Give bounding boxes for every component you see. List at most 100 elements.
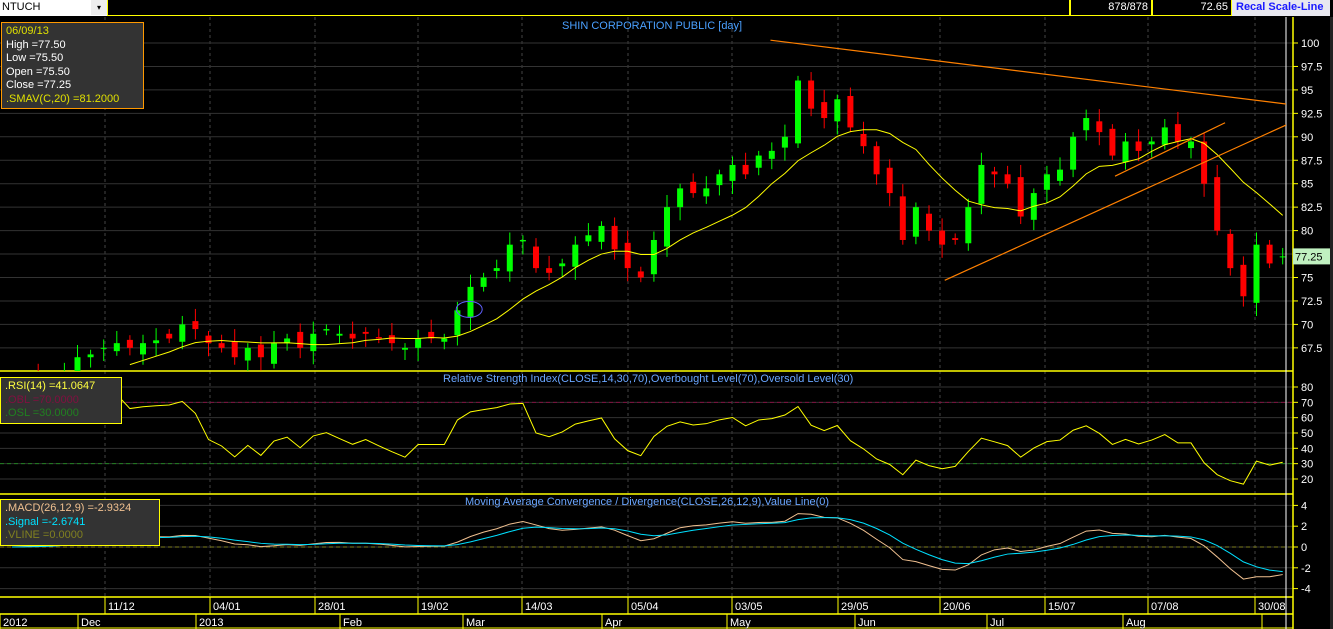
candle-body [100,347,107,349]
vline-value: .VLINE =0.0000 [5,529,83,541]
chevron-down-icon[interactable]: ▾ [91,0,107,15]
candle-body [755,155,762,168]
candle-body [611,225,618,250]
rsi-line [103,394,1283,485]
candle-body [1227,233,1234,269]
candle-body [690,181,697,194]
macd-tick-label: 4 [1301,500,1307,512]
candle-body [821,102,828,119]
candle-body [1135,141,1142,151]
candle-body [650,239,657,275]
month-label: Dec [81,617,101,629]
rsi-tick-label: 50 [1301,428,1313,440]
candle-body [926,213,932,231]
candle-body [205,335,212,344]
candle-body [585,235,592,242]
sma-line [129,129,1284,366]
price-tick-label: 72.5 [1301,296,1322,308]
macd-tick-label: 2 [1301,521,1307,533]
candle-body [179,324,186,342]
rsi-tick-label: 60 [1301,413,1313,425]
candle-body [231,341,238,358]
candle-body [912,207,919,237]
price-tick-label: 87.5 [1301,155,1322,167]
candle-body [1240,264,1247,297]
candle-body [388,335,395,344]
candle-body [952,238,959,240]
rsi-title: Relative Strength Index(CLOSE,14,30,70),… [443,373,854,385]
candle-body [244,347,251,361]
signal-value: .Signal =-2.6741 [5,515,86,528]
rsi-tick-label: 20 [1301,474,1313,486]
date-label: 11/12 [108,601,135,613]
candle-body [480,277,487,287]
price-tick-label: 67.5 [1301,343,1322,355]
month-label: Mar [466,617,485,629]
candle-body [1070,136,1077,170]
candle-body [834,99,841,122]
candle-body [153,340,160,344]
month-label: Aug [1126,617,1146,629]
candle-body [1174,124,1181,142]
symbol-select[interactable]: NTUCH ▾ [0,0,107,16]
candle-body [873,146,880,175]
candle-body [310,333,317,352]
macd-tick-label: -4 [1301,584,1311,596]
candle-body [991,171,998,175]
candle-body [113,343,120,352]
candle-body [624,242,631,269]
candle-body [899,196,906,240]
month-label: Feb [343,617,362,629]
macd-tick-label: -2 [1301,563,1311,575]
trendline [1114,122,1226,177]
candle-body [271,343,277,364]
candle-body [1148,141,1155,145]
date-label: 20/06 [943,601,971,613]
macd-title: Moving Average Convergence / Divergence(… [465,496,830,508]
candle-body [218,343,225,348]
candle-body [257,344,264,358]
symbol-value: NTUCH [2,1,41,13]
candle-body [415,338,422,348]
candle-body [860,133,867,147]
osl-value: .OSL =30.0000 [5,407,79,419]
candle-body [1057,169,1063,181]
candle-body [965,207,972,244]
obl-value: .OBL =70.0000 [5,393,79,406]
candle-body [768,150,775,159]
price-tick-label: 80 [1301,226,1313,238]
date-label: 28/01 [318,601,346,613]
price-tick-label: 82.5 [1301,202,1322,214]
candle-body [493,268,500,271]
month-label: Apr [605,617,622,629]
date-label: 05/04 [631,601,659,613]
bar-count: 878/878 [1070,0,1152,16]
candle-body [677,188,684,208]
candle-body [742,164,749,175]
month-label: May [730,617,751,629]
candle-body [402,347,408,350]
candle-body [781,136,788,148]
candles-group [37,39,1286,371]
date-label: 14/03 [525,601,553,613]
candle-body [729,164,736,181]
price-tick-label: 100 [1301,38,1319,50]
recal-scale-line-button[interactable]: Recal Scale-Line [1232,0,1330,16]
macd-line [11,513,1283,580]
date-label: 29/05 [841,601,869,613]
candle-body [1096,121,1103,133]
macd-value: .MACD(26,12,9) =-2.9324 [5,502,132,514]
rsi-info-box: .RSI(14) =41.0647 .OBL =70.0000 .OSL =30… [0,377,122,424]
info-low: Low =75.50 [6,52,64,64]
candle-body [74,357,81,371]
candle-body [1279,256,1286,258]
price-tick-label: 90 [1301,132,1313,144]
candle-body [808,80,815,109]
info-high: High =77.50 [6,38,66,51]
chart-canvas[interactable]: 10097.59592.59087.58582.58077.57572.5706… [0,0,1333,629]
candle-body [441,338,448,342]
info-open: Open =75.50 [6,65,70,78]
date-label: 03/05 [735,601,763,613]
info-date: 06/09/13 [6,25,49,37]
candle-body [192,321,199,330]
